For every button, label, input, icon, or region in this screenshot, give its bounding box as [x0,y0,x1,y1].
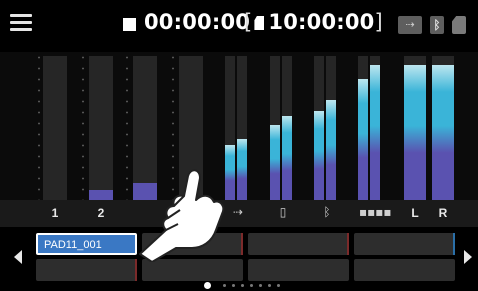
bluetooth-icon: ᛒ [323,205,331,219]
page-dot [204,282,211,289]
level-meters [0,52,478,200]
channel-label-1: 1 [51,206,59,220]
meter-track-6 [270,56,280,200]
meter-fill-8 [358,79,368,200]
tap-gesture-hand-icon [139,169,225,262]
meter-fill-7b [326,100,336,200]
meter-fill-2 [89,189,113,200]
channel-labels: 1 2 ⇢ ▯ ᛒ ▪▪▪▪ L R [0,200,478,227]
pad-2-2[interactable] [142,259,243,281]
pad-2-1[interactable] [36,259,137,281]
meter-track-9 [404,56,426,200]
pad-1-4[interactable] [354,233,455,255]
page-indicator [204,282,304,290]
meter-track-6b [282,56,292,200]
page-dot [277,284,280,287]
meter-scale [82,52,84,200]
page-dot [241,284,244,287]
phone-icon: ▯ [279,205,287,219]
pad-1-1[interactable]: PAD11_001 [36,233,137,255]
pad-label: PAD11_001 [44,239,102,251]
meter-track-8 [358,56,368,200]
mic-array-icon: ▪▪▪▪ [359,205,392,219]
bracket-open: [ [244,10,253,34]
pad-2-3[interactable] [248,259,349,281]
menu-icon[interactable] [10,14,32,32]
channel-label-10: R [438,206,448,220]
page-dot [250,284,253,287]
meter-track-7b [326,56,336,200]
meter-track-5b [237,56,247,200]
stop-icon [123,18,136,31]
top-bar: 00:00:00 [10:00:00] ⇢ ᛒ [0,0,478,52]
sd-card-small-icon [254,16,265,30]
channel-label-9: L [411,206,419,220]
page-dot [268,284,271,287]
usb-icon: ⇢ [398,16,422,34]
pad-1-3[interactable] [248,233,349,255]
meter-fill-6 [270,125,280,200]
elapsed-time: 00:00:00 [144,10,251,34]
meter-track-8b [370,56,380,200]
pad-2-4[interactable] [354,259,455,281]
bluetooth-icon: ᛒ [430,16,444,34]
meter-fill-5b [237,138,247,200]
prev-page-arrow-icon[interactable] [14,250,22,264]
channel-label-2: 2 [97,206,105,220]
page-dot [232,284,235,287]
next-page-arrow-icon[interactable] [464,250,472,264]
meter-fill-8b [370,64,380,200]
bracket-close: ] [374,10,383,34]
meter-track-7 [314,56,324,200]
remaining-time-value: 10:00:00 [268,10,375,34]
page-dot [259,284,262,287]
remaining-time: [10:00:00] [244,10,383,34]
page-dot [223,284,226,287]
meter-scale [126,52,128,200]
meter-fill-6b [282,116,292,200]
meter-fill-7 [314,110,324,200]
meter-scale [38,52,40,200]
meter-track-2 [89,56,113,200]
meter-fill-10 [432,64,454,200]
meter-fill-9 [404,64,426,200]
meter-track-1 [43,56,67,200]
meter-track-10 [432,56,454,200]
sd-card-icon [452,16,466,34]
